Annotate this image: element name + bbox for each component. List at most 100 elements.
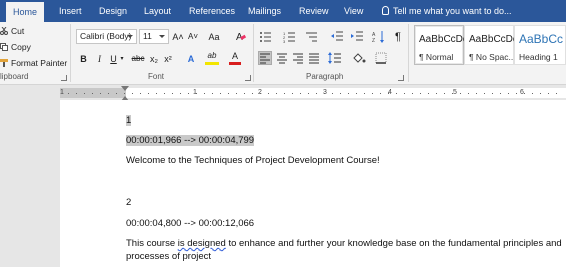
tab-layout[interactable]: Layout [144, 0, 171, 22]
show-formatting-marks-button[interactable]: ¶ [393, 30, 403, 44]
selected-text: 1 [126, 115, 132, 126]
tell-me-search[interactable]: Tell me what you want to do... [382, 0, 512, 22]
selected-text: 00:00:01,966 --> 00:00:04,799 [126, 135, 255, 146]
ruler-tick [156, 93, 157, 94]
tab-insert[interactable]: Insert [59, 0, 82, 22]
ruler-tick [300, 93, 301, 94]
align-right-icon [293, 53, 303, 64]
copy-label: Copy [11, 42, 31, 52]
ruler-tick [364, 93, 365, 94]
clipboard-dialog-launcher[interactable] [61, 75, 67, 81]
ruler-tick [388, 93, 389, 94]
ruler-tick [556, 93, 557, 94]
document-line[interactable]: Welcome to the Techniques of Project Dev… [126, 155, 380, 166]
ruler-track: 1 1 2 3 4 5 6 [60, 88, 566, 98]
ruler-tick [180, 93, 181, 94]
style-name: ¶ Normal [419, 52, 454, 62]
superscript-button[interactable]: x² [162, 52, 174, 66]
ruler-tick [140, 93, 141, 94]
numbering-button[interactable]: 123 [283, 30, 297, 44]
ruler-tick [436, 93, 437, 94]
shrink-font-button[interactable]: A˅ [187, 30, 199, 44]
paragraph-dialog-launcher[interactable] [398, 75, 404, 81]
copy-button[interactable]: Copy [0, 42, 31, 52]
underline-button[interactable]: U [108, 52, 119, 66]
group-divider [253, 24, 254, 82]
document-line[interactable]: 2 [126, 197, 131, 208]
style-normal[interactable]: AaBbCcDc ¶ Normal [414, 25, 468, 65]
first-line-indent-marker[interactable] [121, 86, 129, 91]
style-no-spacing[interactable]: AaBbCcDc ¶ No Spac... [464, 25, 518, 65]
format-painter-button[interactable]: Format Painter [0, 58, 67, 68]
bold-button[interactable]: B [78, 52, 89, 66]
decrease-indent-button[interactable] [330, 30, 344, 44]
horizontal-ruler[interactable]: 1 1 2 3 4 5 6 [0, 86, 566, 100]
align-right-button[interactable] [292, 52, 306, 66]
ruler-tick [260, 93, 261, 94]
justify-button[interactable] [308, 52, 322, 66]
ruler-tick [548, 93, 549, 94]
strikethrough-button[interactable]: abc [131, 52, 145, 66]
document-line[interactable]: 00:00:04,800 --> 00:00:12,066 [126, 218, 254, 229]
italic-button[interactable]: I [94, 52, 105, 66]
cut-button[interactable]: Cut [0, 26, 24, 36]
grow-font-button[interactable]: A˄ [172, 30, 184, 44]
highlight-color-button[interactable]: ab [205, 50, 219, 65]
ruler-tick [484, 93, 485, 94]
ruler-tick [404, 93, 405, 94]
borders-button[interactable] [375, 52, 389, 66]
document-page[interactable]: 1 00:00:01,966 --> 00:00:04,799 Welcome … [60, 100, 566, 267]
ruler-tick [132, 93, 133, 94]
font-size-dropdown[interactable]: 11 [139, 29, 169, 44]
paint-bucket-icon [353, 53, 366, 63]
ruler-tick [508, 93, 509, 94]
document-left-margin-area [0, 100, 60, 267]
tab-view[interactable]: View [344, 0, 363, 22]
ruler-tick [228, 93, 229, 94]
bullets-button[interactable] [259, 30, 273, 44]
align-left-icon [260, 53, 270, 64]
tab-review[interactable]: Review [299, 0, 329, 22]
ruler-tick [244, 93, 245, 94]
align-center-button[interactable] [276, 52, 290, 66]
document-line[interactable]: 00:00:01,966 --> 00:00:04,799 [126, 135, 255, 146]
ruler-tick [284, 93, 285, 94]
ruler-tick [420, 93, 421, 94]
line-spacing-button[interactable] [328, 52, 342, 66]
tab-mailings[interactable]: Mailings [248, 0, 281, 22]
font-color-button[interactable]: A [229, 50, 241, 65]
justify-icon [309, 53, 319, 64]
ruler-tick [332, 93, 333, 94]
ribbon-tab-bar: Home Insert Design Layout References Mai… [0, 0, 566, 22]
clear-formatting-button[interactable]: A [235, 30, 247, 44]
text-effects-button[interactable]: A [185, 52, 197, 66]
ruler-tick [452, 93, 453, 94]
tab-design[interactable]: Design [99, 0, 127, 22]
document-line[interactable]: 1 [126, 115, 132, 126]
lightbulb-icon [382, 6, 389, 15]
copy-icon [0, 43, 8, 51]
ruler-tick [68, 93, 69, 94]
multilevel-list-button[interactable] [305, 30, 319, 44]
document-line[interactable]: This course is designed to enhance and f… [126, 238, 562, 249]
document-line[interactable]: processes of project [126, 251, 211, 262]
sort-button[interactable]: AZ [372, 30, 386, 44]
ruler-tick [324, 93, 325, 94]
subscript-button[interactable]: x₂ [148, 52, 160, 66]
shading-button[interactable] [352, 52, 366, 66]
tab-home[interactable]: Home [6, 2, 45, 22]
increase-indent-icon [351, 31, 363, 41]
align-left-button[interactable] [258, 51, 272, 65]
group-divider [70, 24, 71, 82]
underline-dropdown-chevron-icon[interactable]: ▾ [120, 55, 124, 63]
font-name-dropdown[interactable]: Calibri (Body) [76, 29, 137, 44]
font-dialog-launcher[interactable] [245, 75, 251, 81]
ruler-tick [380, 93, 381, 94]
increase-indent-button[interactable] [350, 30, 364, 44]
ruler-tick [356, 93, 357, 94]
tab-references[interactable]: References [189, 0, 235, 22]
ruler-tick [532, 93, 533, 94]
change-case-button[interactable]: Aa [206, 30, 222, 44]
grammar-flagged-text[interactable]: is designed [178, 238, 226, 249]
style-heading-1[interactable]: AaBbCc Heading 1 [514, 25, 566, 65]
